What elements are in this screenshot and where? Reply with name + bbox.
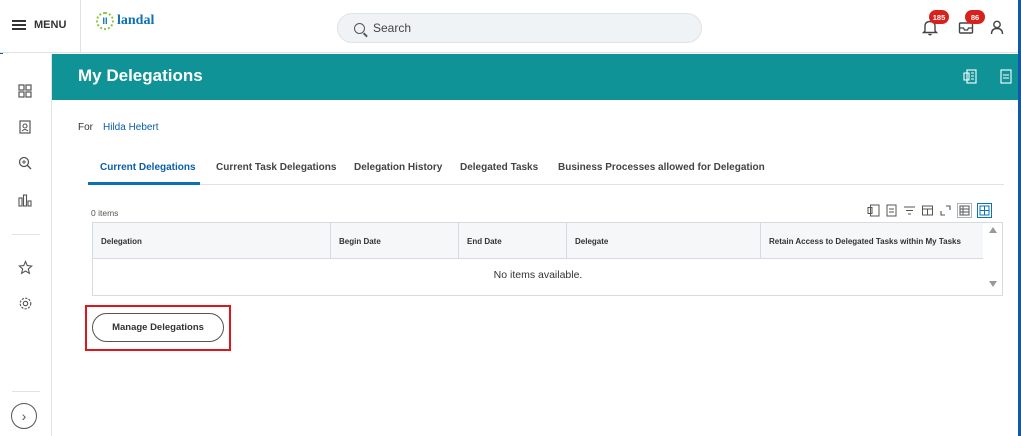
tab-current-task-delegations[interactable]: Current Task Delegations	[216, 162, 336, 173]
analytics-icon[interactable]	[17, 192, 33, 208]
delegations-grid: Delegation Begin Date End Date Delegate …	[92, 222, 1003, 296]
search-input[interactable]	[373, 21, 673, 35]
chevron-right-icon: ›	[21, 408, 27, 424]
grid-toolbar	[867, 203, 992, 218]
grid-scrollbar[interactable]	[984, 223, 1002, 295]
top-bar: MENU II landal 185 86	[0, 0, 1018, 53]
tab-delegation-history[interactable]: Delegation History	[354, 162, 442, 173]
left-rail: ›	[0, 54, 52, 436]
menu-label: MENU	[34, 19, 67, 31]
favorites-icon[interactable]	[17, 259, 33, 275]
logo[interactable]: II landal	[96, 12, 154, 30]
rail-divider	[12, 234, 40, 235]
scroll-up-icon[interactable]	[989, 227, 997, 233]
export-pdf-icon[interactable]	[885, 204, 898, 217]
logo-icon: II	[96, 12, 114, 30]
grid-view-icon[interactable]	[977, 203, 992, 218]
person-link[interactable]: Hilda Hebert	[103, 122, 159, 133]
tab-business-processes[interactable]: Business Processes allowed for Delegatio…	[558, 162, 765, 173]
items-count: 0 items	[91, 208, 119, 218]
inbox-button[interactable]: 86	[957, 10, 985, 36]
search-icon[interactable]	[17, 155, 33, 171]
expand-rail-button[interactable]: ›	[11, 403, 37, 429]
active-tab-indicator	[88, 182, 200, 185]
notifications-button[interactable]: 185	[921, 10, 949, 36]
rail-divider	[12, 391, 40, 392]
dashboard-icon[interactable]	[17, 83, 33, 99]
logo-text: landal	[117, 13, 155, 28]
settings-icon[interactable]	[17, 295, 33, 311]
scroll-down-icon[interactable]	[989, 281, 997, 287]
page-title: My Delegations	[78, 66, 203, 85]
search-icon	[354, 22, 365, 34]
notifications-badge: 185	[929, 10, 949, 24]
page-header: My Delegations	[52, 54, 1018, 100]
manage-delegations-button[interactable]: Manage Delegations	[92, 313, 224, 342]
for-label: For	[78, 122, 93, 133]
inbox-badge: 86	[965, 10, 985, 24]
export-excel-icon[interactable]	[867, 204, 880, 217]
empty-message: No items available.	[493, 269, 583, 281]
search-bar[interactable]	[337, 13, 702, 43]
tab-bar: Current Delegations Current Task Delegat…	[88, 156, 1004, 185]
export-excel-icon[interactable]	[963, 68, 977, 84]
topbar-divider	[80, 0, 81, 53]
tab-delegated-tasks[interactable]: Delegated Tasks	[460, 162, 538, 173]
column-header-end-date[interactable]: End Date	[459, 223, 567, 259]
columns-icon[interactable]	[921, 204, 934, 217]
column-header-delegate[interactable]: Delegate	[567, 223, 761, 259]
column-header-retain-access[interactable]: Retain Access to Delegated Tasks within …	[761, 223, 983, 259]
filter-icon[interactable]	[903, 204, 916, 217]
directory-icon[interactable]	[17, 119, 33, 135]
profile-button[interactable]	[988, 18, 1006, 36]
for-row: For Hilda Hebert	[78, 122, 159, 133]
hamburger-icon	[12, 20, 26, 30]
export-pdf-icon[interactable]	[999, 68, 1013, 84]
column-header-begin-date[interactable]: Begin Date	[331, 223, 459, 259]
menu-button[interactable]: MENU	[12, 19, 66, 31]
tab-current-delegations[interactable]: Current Delegations	[100, 162, 196, 173]
user-icon	[990, 20, 1004, 35]
table-view-icon[interactable]	[957, 203, 972, 218]
column-header-delegation[interactable]: Delegation	[93, 223, 331, 259]
fullscreen-icon[interactable]	[939, 204, 952, 217]
grid-header: Delegation Begin Date End Date Delegate …	[93, 223, 983, 259]
